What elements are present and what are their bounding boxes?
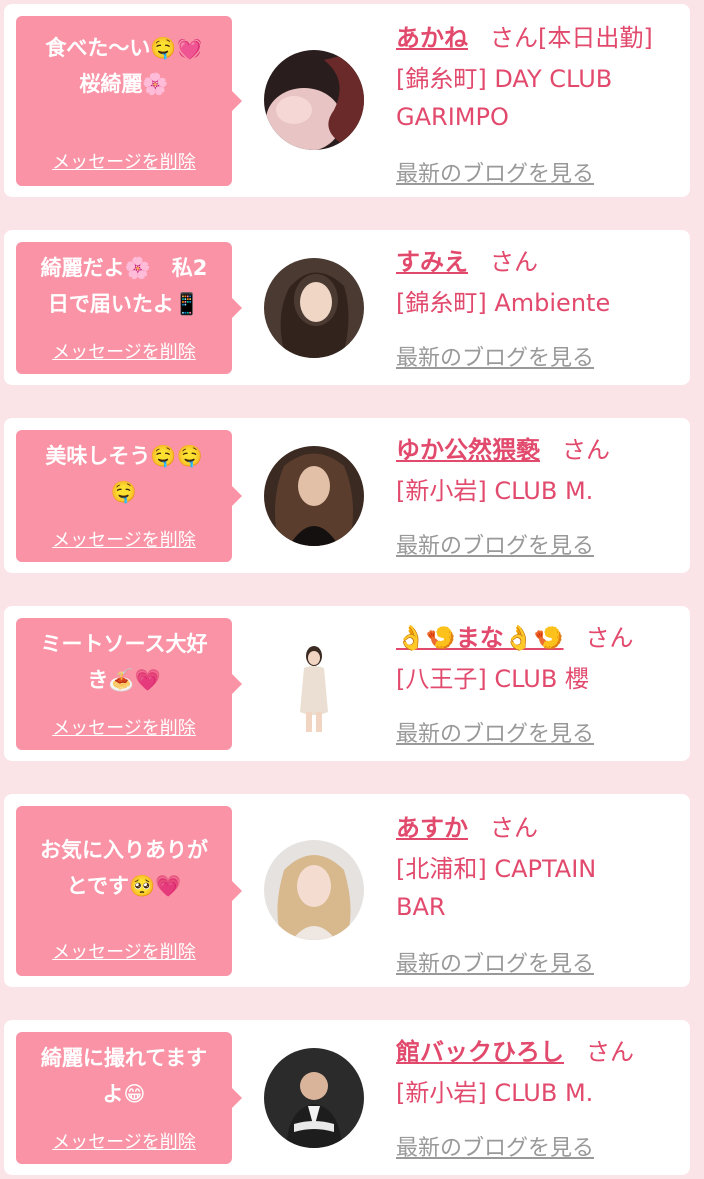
avatar[interactable] — [264, 50, 364, 150]
shop-label: [北浦和] CAPTAIN BAR — [396, 855, 597, 921]
attendance-status: [本日出勤] — [538, 24, 653, 52]
shop-label: [八王子] CLUB 櫻 — [396, 665, 589, 693]
honorific: さん — [586, 1038, 634, 1066]
shop-label: [錦糸町] DAY CLUB GARIMPO — [396, 65, 613, 131]
list-item: 美味しそう🤤🤤 🤤 メッセージを削除 ゆか公然猥褻 さん [新小岩] CLUB M… — [4, 418, 690, 573]
message-text: 綺麗に撮れてます よ😁 — [40, 1046, 208, 1106]
user-name-link[interactable]: 館バックひろし — [396, 1038, 564, 1066]
shop-label: [新小岩] CLUB M. — [396, 1079, 594, 1107]
message-text: 綺麗だよ🌸 私2 日で届いたよ📱 — [40, 256, 208, 316]
latest-blog-link[interactable]: 最新のブログを見る — [396, 156, 594, 188]
delete-message-link[interactable]: メッセージを削除 — [16, 938, 232, 964]
user-name-link[interactable]: あすか — [396, 814, 468, 842]
honorific: さん — [490, 248, 538, 276]
user-name-link[interactable]: 👌🍤まな👌🍤 — [396, 624, 564, 652]
list-item: 綺麗だよ🌸 私2 日で届いたよ📱 メッセージを削除 すみえ さん [錦糸町] Am… — [4, 230, 690, 385]
avatar[interactable] — [264, 634, 364, 734]
list-item: お気に入りありが とです🥺💗 メッセージを削除 あすか さん [北浦和] CAPT… — [4, 794, 690, 987]
shop-label: [新小岩] CLUB M. — [396, 477, 594, 505]
message-bubble: 綺麗だよ🌸 私2 日で届いたよ📱 メッセージを削除 — [16, 242, 242, 374]
latest-blog-link[interactable]: 最新のブログを見る — [396, 1130, 594, 1162]
delete-message-link[interactable]: メッセージを削除 — [16, 526, 232, 552]
latest-blog-link[interactable]: 最新のブログを見る — [396, 528, 594, 560]
latest-blog-link[interactable]: 最新のブログを見る — [396, 946, 594, 978]
delete-message-link[interactable]: メッセージを削除 — [16, 714, 232, 740]
message-bubble: 美味しそう🤤🤤 🤤 メッセージを削除 — [16, 430, 242, 562]
message-text: 美味しそう🤤🤤 🤤 — [45, 444, 203, 504]
profile-info: ゆか公然猥褻 さん [新小岩] CLUB M. 最新のブログを見る — [396, 430, 680, 559]
message-bubble: 食べた〜い🤤💓 桜綺麗🌸 メッセージを削除 — [16, 16, 242, 186]
honorific: さん — [585, 624, 634, 652]
message-list: 食べた〜い🤤💓 桜綺麗🌸 メッセージを削除 あかね さん[本日出勤] [錦糸町] … — [0, 0, 704, 1179]
profile-info: あすか さん [北浦和] CAPTAIN BAR 最新のブログを見る — [396, 808, 680, 977]
latest-blog-link[interactable]: 最新のブログを見る — [396, 340, 594, 372]
honorific: さん — [490, 24, 538, 52]
user-name-link[interactable]: ゆか公然猥褻 — [396, 436, 540, 464]
shop-label: [錦糸町] Ambiente — [396, 289, 611, 317]
honorific: さん — [562, 436, 610, 464]
delete-message-link[interactable]: メッセージを削除 — [16, 1128, 232, 1154]
message-bubble: 綺麗に撮れてます よ😁 メッセージを削除 — [16, 1032, 242, 1164]
delete-message-link[interactable]: メッセージを削除 — [16, 338, 232, 364]
avatar[interactable] — [264, 446, 364, 546]
profile-info: 👌🍤まな👌🍤 さん [八王子] CLUB 櫻 最新のブログを見る — [396, 618, 680, 747]
list-item: 食べた〜い🤤💓 桜綺麗🌸 メッセージを削除 あかね さん[本日出勤] [錦糸町] … — [4, 4, 690, 197]
message-bubble: ミートソース大好 き🍝💗 メッセージを削除 — [16, 618, 242, 750]
honorific: さん — [490, 814, 538, 842]
profile-info: すみえ さん [錦糸町] Ambiente 最新のブログを見る — [396, 242, 680, 371]
avatar[interactable] — [264, 1048, 364, 1148]
list-item: ミートソース大好 き🍝💗 メッセージを削除 👌🍤まな👌🍤 さん [八王子] CLU… — [4, 606, 690, 761]
profile-info: 館バックひろし さん [新小岩] CLUB M. 最新のブログを見る — [396, 1032, 680, 1161]
avatar[interactable] — [264, 840, 364, 940]
message-text: お気に入りありが とです🥺💗 — [40, 838, 208, 898]
list-item: 綺麗に撮れてます よ😁 メッセージを削除 館バックひろし さん [新小岩] CLU… — [4, 1020, 690, 1175]
avatar[interactable] — [264, 258, 364, 358]
user-name-link[interactable]: あかね — [396, 24, 468, 52]
message-text: 食べた〜い🤤💓 桜綺麗🌸 — [45, 36, 203, 96]
delete-message-link[interactable]: メッセージを削除 — [16, 148, 232, 174]
user-name-link[interactable]: すみえ — [396, 248, 468, 276]
profile-info: あかね さん[本日出勤] [錦糸町] DAY CLUB GARIMPO 最新のブロ… — [396, 18, 680, 187]
message-text: ミートソース大好 き🍝💗 — [40, 632, 208, 692]
latest-blog-link[interactable]: 最新のブログを見る — [396, 716, 594, 748]
message-bubble: お気に入りありが とです🥺💗 メッセージを削除 — [16, 806, 242, 976]
